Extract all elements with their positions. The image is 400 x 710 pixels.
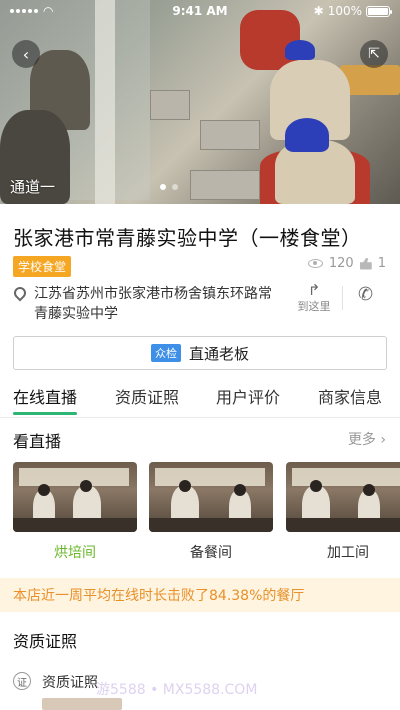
tab-bar: 在线直播 资质证照 用户评价 商家信息 xyxy=(0,384,400,416)
watermark: 游5588 • MX5588.COM xyxy=(96,682,258,698)
badge: 众检 xyxy=(150,344,181,362)
carousel-dot[interactable] xyxy=(172,184,178,190)
certificate-icon: 证 xyxy=(13,672,31,690)
tab-reviews[interactable]: 用户评价 xyxy=(216,384,280,408)
more-label: 更多 xyxy=(347,432,376,448)
camera-label[interactable]: 加工间 xyxy=(286,542,400,562)
like-count: 1 xyxy=(377,256,386,271)
chevron-left-icon: ‹ xyxy=(22,44,30,64)
fullscreen-button[interactable]: ⇱ xyxy=(360,40,388,68)
qualification-label: 资质证照 xyxy=(42,675,98,691)
tab-merchant-info[interactable]: 商家信息 xyxy=(318,384,382,408)
performance-banner: 本店近一周平均在线时长击败了84.38%的餐厅 xyxy=(0,578,400,612)
status-time: 9:41 AM xyxy=(172,4,228,18)
more-link[interactable]: 更多 › xyxy=(348,429,386,449)
camera-label[interactable]: 烘培间 xyxy=(13,542,137,562)
phone-icon[interactable]: ✆ xyxy=(358,284,373,305)
eye-icon xyxy=(307,259,323,268)
back-button[interactable]: ‹ xyxy=(12,40,40,68)
category-tag: 学校食堂 xyxy=(13,256,72,277)
stats: 120 1 xyxy=(307,256,386,271)
contact-boss-button[interactable]: 众检 直通老板 xyxy=(13,336,387,370)
location-pin-icon xyxy=(11,284,29,302)
certificate-thumbnail[interactable] xyxy=(42,698,122,710)
status-bar: ◠ 9:41 AM ✱ 100% xyxy=(0,0,400,22)
store-name: 张家港市常青藤实验中学（一楼食堂） xyxy=(13,226,362,250)
camera-thumbnail[interactable] xyxy=(286,462,400,532)
navigate-button[interactable]: ↱ 到这里 xyxy=(294,282,334,314)
signal-icon xyxy=(10,9,38,13)
battery-icon xyxy=(366,5,392,17)
tab-qualification[interactable]: 资质证照 xyxy=(115,384,179,408)
carousel-dots xyxy=(160,184,178,190)
chevron-right-icon: › xyxy=(380,432,386,448)
view-count: 120 xyxy=(328,256,354,271)
divider xyxy=(0,417,400,418)
bluetooth-icon: ✱ xyxy=(313,4,324,18)
live-video-player[interactable] xyxy=(0,0,400,204)
route-arrow-icon: ↱ xyxy=(307,281,321,299)
camera-thumbnail[interactable] xyxy=(149,462,273,532)
thumbs-up-icon[interactable] xyxy=(359,257,372,270)
qualification-heading: 资质证照 xyxy=(13,632,78,651)
contact-boss-label: 直通老板 xyxy=(188,344,249,363)
navigate-label: 到这里 xyxy=(297,300,331,313)
battery-percent: 100% xyxy=(327,4,362,18)
expand-icon: ⇱ xyxy=(368,46,380,62)
carousel-dot[interactable] xyxy=(160,184,166,190)
camera-label[interactable]: 备餐间 xyxy=(149,542,273,562)
live-heading: 看直播 xyxy=(13,432,62,451)
camera-thumbnail[interactable] xyxy=(13,462,137,532)
wifi-icon: ◠ xyxy=(43,4,54,18)
divider xyxy=(342,286,343,310)
store-address: 江苏省苏州市张家港市杨舍镇东环路常青藤实验中学 xyxy=(34,286,272,322)
channel-label: 通道一 xyxy=(10,178,56,196)
tab-live[interactable]: 在线直播 xyxy=(13,384,78,415)
